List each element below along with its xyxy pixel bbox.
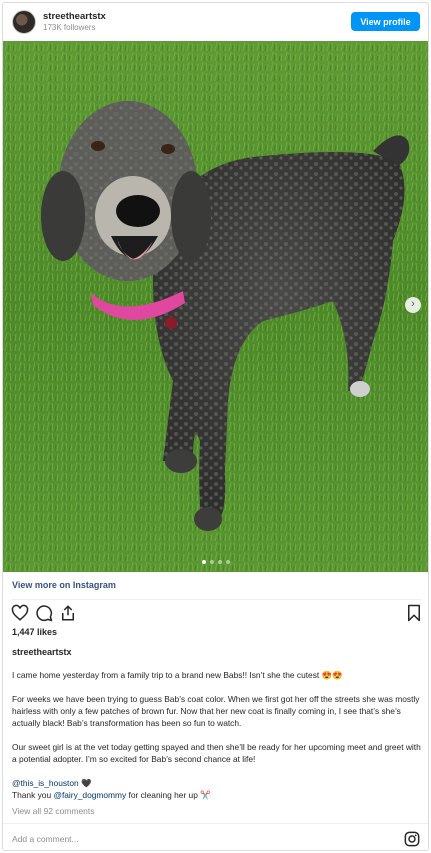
caption-username[interactable]: streetheartstx [12,647,72,657]
comment-icon[interactable] [35,604,53,622]
carousel-dot [225,560,230,564]
view-profile-button[interactable]: View profile [351,12,420,31]
bookmark-icon[interactable] [405,604,423,622]
share-icon[interactable] [59,604,77,622]
follower-count: 173K followers [43,23,96,32]
caption-paragraph: I came home yesterday from a family trip… [12,670,343,680]
view-all-comments-link[interactable]: View all 92 comments [12,806,95,816]
carousel-dot [209,560,214,564]
comment-bar: Add a comment... [3,823,428,850]
post-username[interactable]: streetheartstx [43,11,106,22]
caption-paragraph: For weeks we have been trying to guess B… [12,694,420,728]
caption-paragraph: Our sweet girl is at the vet today getti… [12,742,421,764]
instagram-icon[interactable] [404,831,420,847]
post-photo[interactable]: › [3,41,428,572]
caption-text: for cleaning her up ✂️ [126,790,211,800]
view-more-link[interactable]: View more on Instagram [12,580,116,590]
instagram-embed-card: streetheartstx 173K followers View profi… [2,2,429,851]
divider [12,599,421,600]
heart-icon[interactable] [11,604,29,622]
caption-mention-line: @this_is_houston 🖤 [12,777,424,789]
chevron-right-icon[interactable]: › [405,297,421,313]
add-comment-input[interactable]: Add a comment... [12,834,79,844]
mention-link[interactable]: @this_is_houston [12,778,79,788]
carousel-dot [217,560,222,564]
carousel-dots [3,560,428,564]
dog-photo-illustration [3,41,428,572]
post-caption: I came home yesterday from a family trip… [12,669,424,801]
caption-text: Thank you [12,790,54,800]
action-bar [3,604,428,626]
like-count[interactable]: 1,447 likes [12,627,57,637]
avatar[interactable] [12,10,36,34]
carousel-dot [201,560,206,564]
caption-text: 🖤 [78,778,92,788]
mention-link[interactable]: @fairy_dogmommy [53,790,126,800]
post-header: streetheartstx 173K followers View profi… [3,3,428,41]
caption-thanks-line: Thank you @fairy_dogmommy for cleaning h… [12,789,424,801]
